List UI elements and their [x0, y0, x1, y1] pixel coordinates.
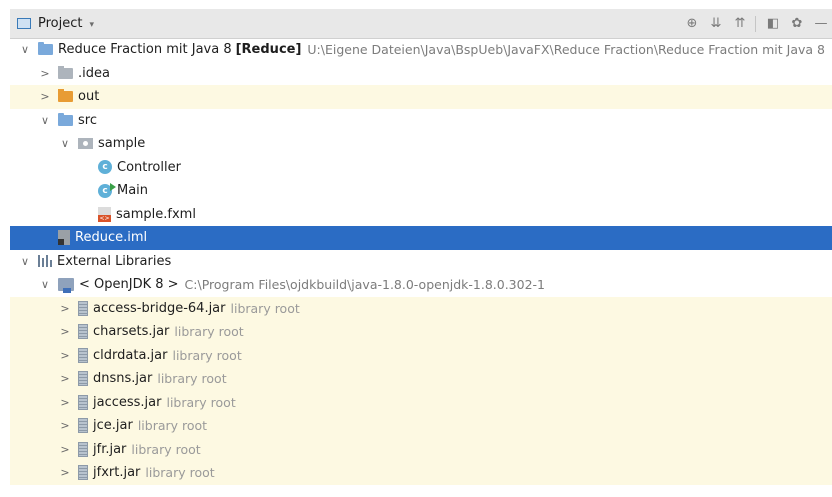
class-icon: c	[98, 160, 112, 175]
tree-row-sample[interactable]: ∨ sample	[10, 132, 832, 156]
toolbar-divider	[755, 15, 756, 32]
toolbar-actions: ⊕ ⇊ ⇈ ◧ ✿ —	[679, 9, 832, 38]
jar-name: jfxrt.jar	[93, 465, 141, 481]
jdk-path: C:\Program Files\ojdkbuild\java-1.8.0-op…	[184, 277, 545, 293]
expand-arrow-icon[interactable]: >	[60, 443, 70, 456]
project-tree: ∨ Reduce Fraction mit Java 8 [Reduce] U:…	[10, 38, 832, 485]
tree-row-jar[interactable]: > jfr.jar library root	[10, 437, 832, 461]
expand-arrow-icon[interactable]: >	[40, 90, 50, 103]
expand-arrow-icon[interactable]: ∨	[60, 137, 70, 150]
expand-arrow-icon[interactable]: >	[60, 396, 70, 409]
tree-row-src[interactable]: ∨ src	[10, 109, 832, 133]
tree-row-jar[interactable]: > jaccess.jar library root	[10, 390, 832, 414]
project-view-title: Project	[38, 16, 83, 31]
chevron-down-icon[interactable]: ▾	[89, 20, 94, 30]
expand-arrow-icon[interactable]: ∨	[20, 255, 30, 268]
library-root-hint: library root	[137, 418, 208, 434]
collapse-all-icon[interactable]: ⇈	[729, 13, 751, 35]
src-name: src	[78, 112, 97, 128]
tree-row-jdk[interactable]: ∨ < OpenJDK 8 > C:\Program Files\ojdkbui…	[10, 273, 832, 297]
source-folder-icon	[58, 112, 73, 126]
libraries-icon	[38, 255, 52, 268]
tree-row-out[interactable]: > out	[10, 85, 832, 109]
fxml-name: sample.fxml	[116, 206, 196, 222]
jdk-icon	[58, 278, 74, 294]
library-root-hint: library root	[174, 324, 244, 340]
expand-arrow-icon[interactable]: >	[40, 67, 50, 80]
tree-row-jar[interactable]: > jce.jar library root	[10, 414, 832, 438]
jar-icon	[78, 394, 88, 410]
iml-name: Reduce.iml	[75, 230, 148, 246]
jdk-name: < OpenJDK 8 >	[79, 277, 179, 293]
tree-row-jar[interactable]: > access-bridge-64.jar library root	[10, 296, 832, 320]
jar-name: jce.jar	[93, 418, 133, 434]
library-root-hint: library root	[172, 347, 242, 363]
root-name: Reduce Fraction mit Java 8	[58, 42, 232, 58]
tree-row-jar[interactable]: > cldrdata.jar library root	[10, 343, 832, 367]
root-module: [Reduce]	[235, 42, 302, 58]
expand-arrow-icon[interactable]: >	[60, 372, 70, 385]
expand-all-icon[interactable]: ⇊	[705, 13, 727, 35]
jar-name: jaccess.jar	[93, 394, 162, 410]
tree-row-jar[interactable]: > dnsns.jar library root	[10, 367, 832, 391]
external-libraries-name: External Libraries	[57, 253, 172, 269]
tree-row-idea[interactable]: > .idea	[10, 62, 832, 86]
jar-icon	[78, 347, 88, 363]
main-name: Main	[117, 183, 149, 199]
hide-panel-icon[interactable]: —	[810, 13, 832, 35]
expand-arrow-icon[interactable]: ∨	[20, 43, 30, 56]
jar-name: cldrdata.jar	[93, 347, 168, 363]
expand-arrow-icon[interactable]: ∨	[40, 114, 50, 127]
jar-icon	[78, 371, 88, 387]
idea-name: .idea	[78, 65, 110, 81]
jar-icon	[78, 418, 88, 434]
project-view-icon	[17, 18, 31, 29]
library-root-hint: library root	[145, 465, 215, 481]
folder-icon	[58, 65, 73, 79]
root-path: U:\Eigene Dateien\Java\BspUeb\JavaFX\Red…	[307, 42, 825, 58]
gear-icon[interactable]: ✿	[786, 13, 808, 35]
library-root-hint: library root	[157, 371, 227, 387]
sample-name: sample	[98, 136, 146, 152]
jar-name: jfr.jar	[93, 441, 127, 457]
library-root-hint: library root	[131, 441, 201, 457]
project-view-selector[interactable]: Project ▾	[10, 16, 94, 31]
layout-icon[interactable]: ◧	[762, 13, 784, 35]
expand-arrow-icon[interactable]: >	[60, 349, 70, 362]
excluded-folder-icon	[58, 89, 73, 103]
module-folder-icon	[38, 42, 53, 56]
jar-icon	[78, 441, 88, 457]
package-icon	[78, 138, 93, 150]
jar-name: charsets.jar	[93, 324, 170, 340]
controller-name: Controller	[117, 159, 181, 175]
jar-name: access-bridge-64.jar	[93, 300, 226, 316]
tree-row-external-libraries[interactable]: ∨ External Libraries	[10, 250, 832, 274]
tree-row-iml[interactable]: Reduce.iml	[10, 226, 832, 250]
tree-row-jar[interactable]: > jfxrt.jar library root	[10, 461, 832, 485]
expand-arrow-icon[interactable]: ∨	[40, 278, 50, 291]
locate-icon[interactable]: ⊕	[681, 13, 703, 35]
expand-arrow-icon[interactable]: >	[60, 325, 70, 338]
tree-row-controller[interactable]: c Controller	[10, 156, 832, 180]
fxml-file-icon	[98, 206, 111, 222]
library-root-hint: library root	[230, 300, 300, 316]
module-file-icon	[58, 230, 70, 246]
project-toolbar: Project ▾ ⊕ ⇊ ⇈ ◧ ✿ —	[10, 9, 832, 39]
jar-icon	[78, 465, 88, 481]
tree-row-jar[interactable]: > charsets.jar library root	[10, 320, 832, 344]
jar-icon	[78, 300, 88, 316]
tree-row-root[interactable]: ∨ Reduce Fraction mit Java 8 [Reduce] U:…	[10, 38, 832, 62]
runnable-class-icon: c	[98, 182, 116, 198]
out-name: out	[78, 89, 100, 105]
expand-arrow-icon[interactable]: >	[60, 466, 70, 479]
expand-arrow-icon[interactable]: >	[60, 419, 70, 432]
library-root-hint: library root	[166, 394, 236, 410]
expand-arrow-icon[interactable]: >	[60, 302, 70, 315]
jar-name: dnsns.jar	[93, 371, 153, 387]
tree-row-main[interactable]: c Main	[10, 179, 832, 203]
tree-row-fxml[interactable]: sample.fxml	[10, 203, 832, 227]
jar-icon	[78, 324, 88, 340]
